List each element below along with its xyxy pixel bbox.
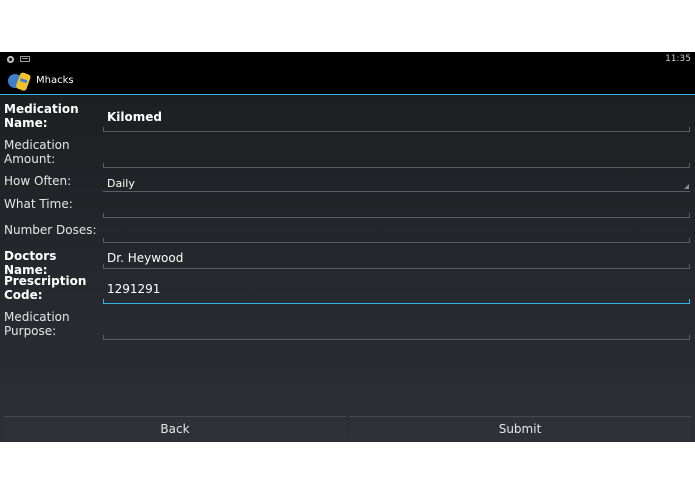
medication-name-value: Kilomed: [107, 110, 163, 124]
number-doses-label: Number Doses:: [4, 223, 97, 237]
doctors-name-input[interactable]: Dr. Heywood: [103, 245, 690, 269]
prescription-code-label: Prescription Code:: [4, 274, 87, 302]
status-bar: 11:35: [0, 52, 695, 67]
settings-icon: [6, 55, 15, 64]
status-time: 11:35: [665, 54, 691, 64]
how-often-value: Daily: [107, 177, 135, 190]
prescription-code-value: 1291291: [107, 282, 161, 296]
medication-purpose-label: Medication Purpose:: [4, 310, 70, 338]
number-doses-input[interactable]: [103, 220, 690, 243]
how-often-label: How Often:: [4, 174, 72, 188]
app-title: Mhacks: [36, 75, 74, 86]
medication-name-input[interactable]: Kilomed: [103, 102, 690, 132]
what-time-label: What Time:: [4, 197, 73, 211]
app-logo-icon[interactable]: [6, 69, 34, 93]
doctors-name-value: Dr. Heywood: [107, 251, 184, 265]
action-bar: Mhacks: [0, 67, 695, 95]
how-often-spinner[interactable]: Daily: [103, 170, 690, 192]
what-time-input[interactable]: [103, 194, 690, 218]
keyboard-icon: [20, 56, 30, 62]
back-button[interactable]: Back: [4, 416, 346, 440]
app-screen: 11:35 Mhacks Medication Name: Kilomed Me…: [0, 52, 695, 442]
medication-amount-input[interactable]: [103, 138, 690, 168]
medication-purpose-input[interactable]: [103, 310, 690, 340]
medication-amount-label: Medication Amount:: [4, 138, 70, 166]
spinner-arrow-icon: [684, 184, 689, 189]
medication-name-label: Medication Name:: [4, 102, 79, 130]
submit-button[interactable]: Submit: [349, 416, 691, 440]
doctors-name-label: Doctors Name:: [4, 249, 57, 277]
prescription-code-input[interactable]: 1291291: [103, 274, 690, 304]
